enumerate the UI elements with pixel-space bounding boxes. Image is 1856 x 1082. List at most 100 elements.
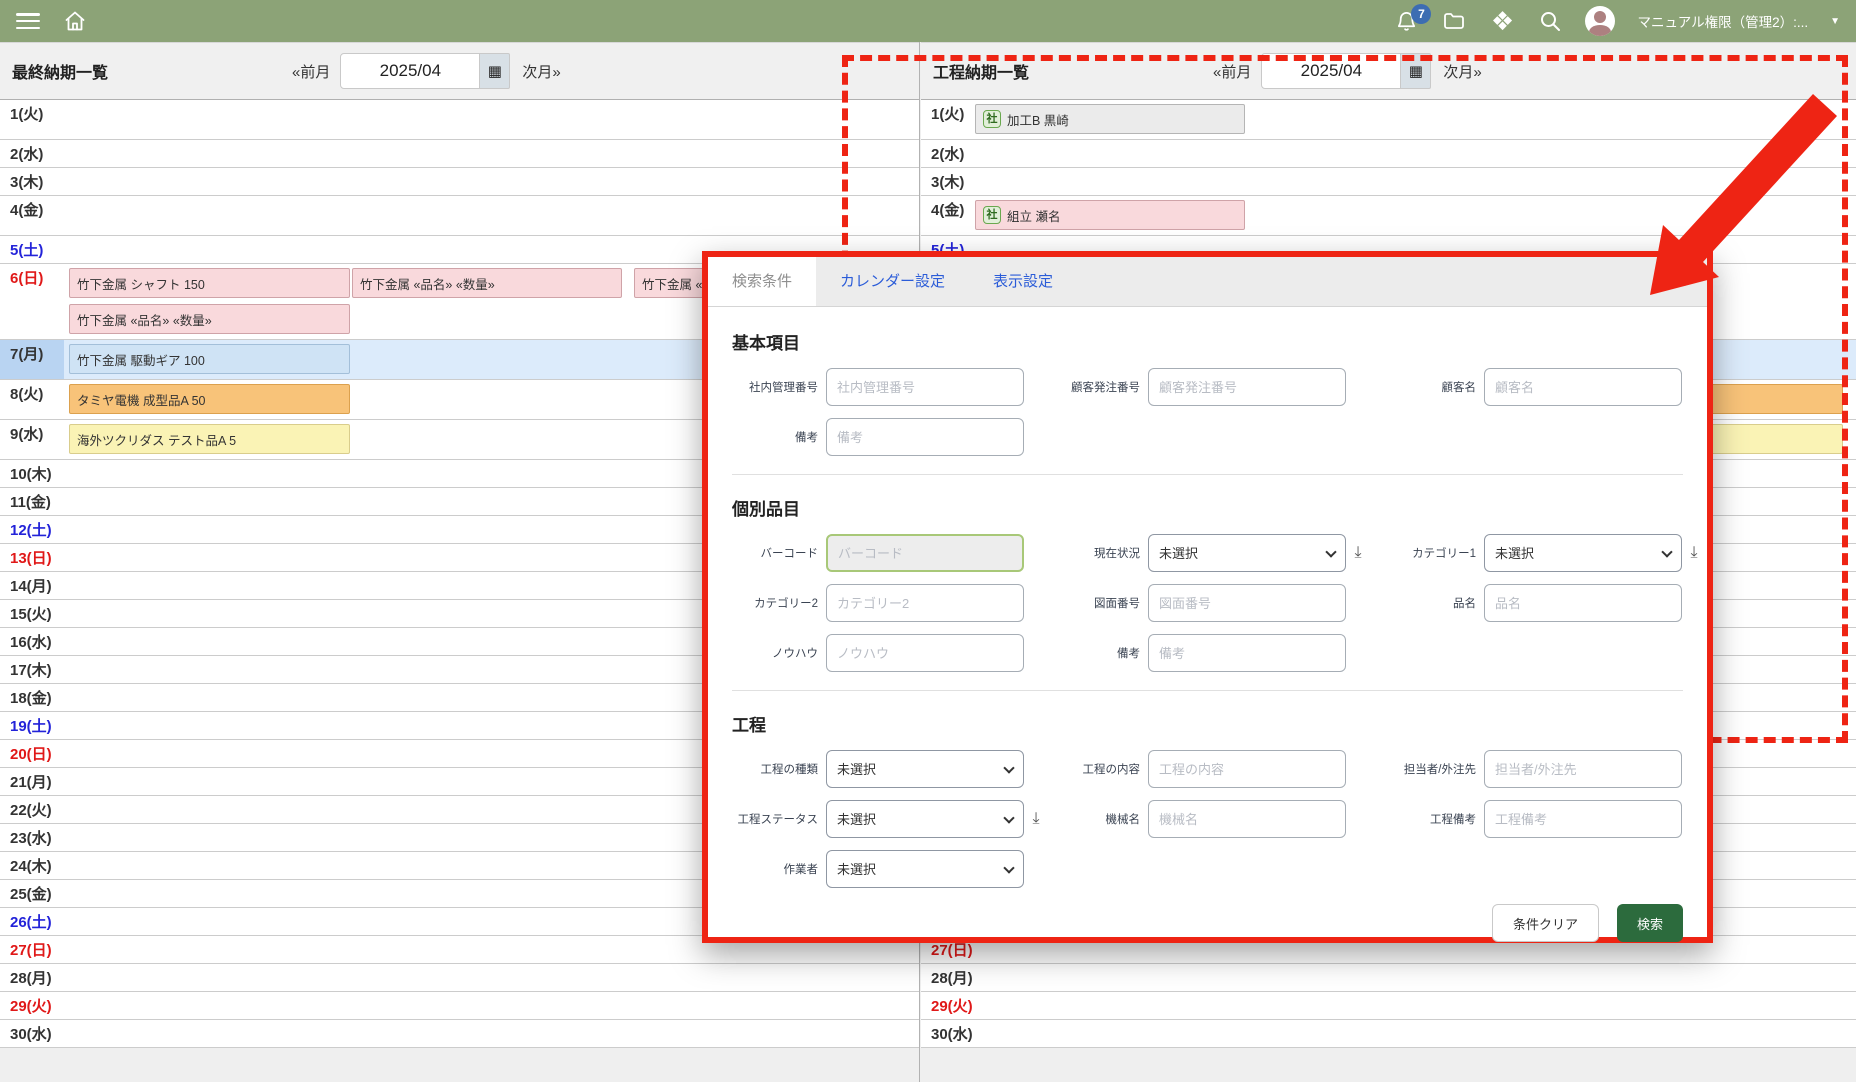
field-label: 工程備考	[1370, 811, 1476, 827]
field-label: バーコード	[732, 545, 818, 561]
expand-selection-icon[interactable]: ⤓	[1024, 810, 1048, 828]
品名-input[interactable]	[1484, 584, 1682, 622]
calendar-day-row[interactable]: 29(火)	[0, 992, 919, 1020]
event-label: 竹下金属 駆動ギア 100	[77, 350, 205, 369]
day-label: 1(火)	[0, 100, 64, 139]
company-badge: 社	[983, 110, 1001, 128]
calendar-day-row[interactable]: 28(月)	[0, 964, 919, 992]
modal-tab[interactable]: 表示設定	[969, 257, 1077, 306]
day-label: 3(木)	[921, 168, 985, 195]
field-label: 備考	[1048, 645, 1140, 661]
process-due-header: 工程納期一覧 «前月 ▦ 次月»	[921, 42, 1856, 100]
calendar-event[interactable]: 竹下金属 シャフト 150	[69, 268, 350, 298]
バーコード-input[interactable]	[826, 534, 1024, 572]
calendar-day-row[interactable]: 3(木)	[921, 168, 1856, 196]
工程の内容-input[interactable]	[1148, 750, 1346, 788]
calendar-event[interactable]: 海外ツクリダス テスト品A 5	[69, 424, 350, 454]
prev-month-link[interactable]: «前月	[292, 61, 330, 82]
folder-icon[interactable]	[1441, 8, 1467, 34]
field-label: 機械名	[1048, 811, 1140, 827]
calendar-event[interactable]: 社加工B 黒崎	[975, 104, 1245, 134]
calendar-event[interactable]: 竹下金属 «品名» «数量»	[352, 268, 622, 298]
clear-conditions-button[interactable]: 条件クリア	[1492, 904, 1599, 942]
day-label: 17(木)	[0, 656, 64, 683]
ノウハウ-input[interactable]	[826, 634, 1024, 672]
現在状況-select[interactable]: 未選択	[1148, 534, 1346, 572]
工程備考-input[interactable]	[1484, 800, 1682, 838]
備考-input[interactable]	[826, 418, 1024, 456]
工程ステータス-select[interactable]: 未選択	[826, 800, 1024, 838]
home-icon[interactable]	[62, 8, 88, 34]
calendar-day-row[interactable]: 28(月)	[921, 964, 1856, 992]
day-label: 21(月)	[0, 768, 64, 795]
modal-tab[interactable]: カレンダー設定	[816, 257, 969, 306]
calendar-day-row[interactable]: 2(水)	[0, 140, 919, 168]
day-label: 8(火)	[0, 380, 64, 419]
expand-selection-icon[interactable]: ⤓	[1682, 544, 1706, 562]
field-label: 社内管理番号	[732, 379, 818, 395]
field-label: 備考	[732, 429, 818, 445]
calendar-day-row[interactable]: 4(金)	[0, 196, 919, 236]
図面番号-input[interactable]	[1148, 584, 1346, 622]
field-label: カテゴリー1	[1370, 545, 1476, 561]
close-icon[interactable]: ✕	[1674, 271, 1689, 292]
modal-tab[interactable]: 検索条件	[708, 257, 816, 306]
bell-icon[interactable]: 7	[1393, 8, 1419, 34]
avatar[interactable]	[1585, 6, 1615, 36]
calendar-picker-icon[interactable]: ▦	[480, 53, 510, 89]
top-app-bar: 7 ❖ マニュアル権限（管理2）:... ▼	[0, 0, 1856, 42]
search-settings-modal: 検索条件カレンダー設定表示設定 ✕ 基本項目社内管理番号顧客発注番号顧客名備考個…	[702, 251, 1713, 943]
modal-tabbar: 検索条件カレンダー設定表示設定 ✕	[708, 257, 1707, 307]
day-label: 29(火)	[0, 992, 64, 1019]
field-label: 担当者/外注先	[1370, 761, 1476, 777]
calendar-event[interactable]: 社組立 瀬名	[975, 200, 1245, 230]
顧客名-input[interactable]	[1484, 368, 1682, 406]
final-due-header: 最終納期一覧 «前月 ▦ 次月»	[0, 42, 919, 100]
顧客発注番号-input[interactable]	[1148, 368, 1346, 406]
field-label: 図面番号	[1048, 595, 1140, 611]
prev-month-link[interactable]: «前月	[1213, 61, 1251, 82]
search-button[interactable]: 検索	[1617, 904, 1683, 942]
calendar-day-row[interactable]: 1(火)社加工B 黒崎	[921, 100, 1856, 140]
calendar-day-row[interactable]: 30(水)	[0, 1020, 919, 1048]
工程の種類-select[interactable]: 未選択	[826, 750, 1024, 788]
month-input[interactable]	[340, 53, 480, 89]
day-label: 26(土)	[0, 908, 64, 935]
社内管理番号-input[interactable]	[826, 368, 1024, 406]
機械名-input[interactable]	[1148, 800, 1346, 838]
field-label: 顧客名	[1370, 379, 1476, 395]
calendar-day-row[interactable]: 3(木)	[0, 168, 919, 196]
day-label: 28(月)	[921, 964, 985, 991]
備考-input[interactable]	[1148, 634, 1346, 672]
user-name: マニュアル権限（管理2）:...	[1637, 11, 1808, 31]
calendar-picker-icon[interactable]: ▦	[1401, 53, 1431, 89]
next-month-link[interactable]: 次月»	[522, 61, 560, 82]
calendar-event[interactable]: 竹下金属 駆動ギア 100	[69, 344, 350, 374]
search-conditions-form: 基本項目社内管理番号顧客発注番号顧客名備考個別品目バーコード現在状況未選択⤓カテ…	[708, 307, 1707, 942]
calendar-event[interactable]: 竹下金属 «品名» «数量»	[69, 304, 350, 334]
calendar-day-row[interactable]: 29(火)	[921, 992, 1856, 1020]
dropbox-icon[interactable]: ❖	[1489, 8, 1515, 34]
day-label: 22(火)	[0, 796, 64, 823]
caret-down-icon[interactable]: ▼	[1830, 16, 1840, 27]
day-label: 4(金)	[0, 196, 64, 235]
day-label: 2(水)	[0, 140, 64, 167]
カテゴリー2-input[interactable]	[826, 584, 1024, 622]
担当者/外注先-input[interactable]	[1484, 750, 1682, 788]
calendar-day-row[interactable]: 1(火)	[0, 100, 919, 140]
menu-icon[interactable]	[16, 13, 40, 29]
next-month-link[interactable]: 次月»	[1443, 61, 1481, 82]
カテゴリー1-select[interactable]: 未選択	[1484, 534, 1682, 572]
search-icon[interactable]	[1537, 8, 1563, 34]
expand-selection-icon[interactable]: ⤓	[1346, 544, 1370, 562]
calendar-day-row[interactable]: 30(水)	[921, 1020, 1856, 1048]
作業者-select[interactable]: 未選択	[826, 850, 1024, 888]
month-input[interactable]	[1261, 53, 1401, 89]
calendar-day-row[interactable]: 4(金)社組立 瀬名	[921, 196, 1856, 236]
day-label: 11(金)	[0, 488, 64, 515]
calendar-event[interactable]: タミヤ電機 成型品A 50	[69, 384, 350, 414]
section-heading: 基本項目	[732, 329, 1683, 354]
calendar-day-row[interactable]: 2(水)	[921, 140, 1856, 168]
day-label: 30(水)	[921, 1020, 985, 1047]
day-label: 10(木)	[0, 460, 64, 487]
